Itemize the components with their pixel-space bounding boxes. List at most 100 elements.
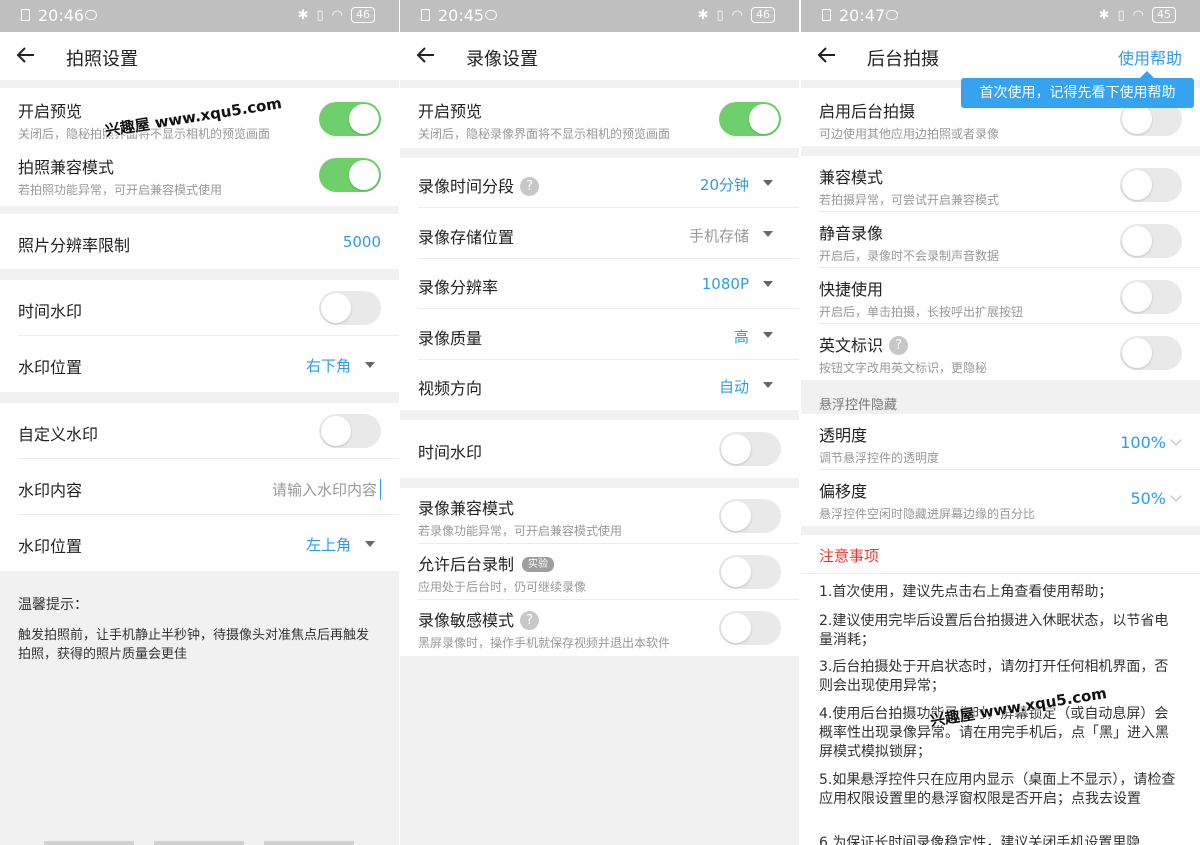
storage-row[interactable]: 录像存储位置 手机存储 bbox=[400, 208, 799, 259]
chevron-down-icon bbox=[1170, 434, 1182, 446]
background-capture-screen: 20:47 ✱ ▯ ◠ 45 后台拍摄 使用帮助 首次使用，记得先看下使用帮助 … bbox=[801, 0, 1200, 845]
notes-section: 注意事项 1.首次使用，建议先点击右上角查看使用帮助； 2.建议使用完毕后设置后… bbox=[801, 535, 1200, 845]
compat-toggle[interactable] bbox=[319, 158, 381, 192]
video-compat-toggle[interactable] bbox=[719, 499, 781, 533]
status-time: 20:45 bbox=[438, 6, 485, 25]
dropdown-caret-icon bbox=[763, 180, 773, 186]
help-icon[interactable]: ? bbox=[520, 177, 540, 196]
page-title: 录像设置 bbox=[466, 49, 538, 70]
help-icon[interactable]: ? bbox=[520, 611, 540, 630]
storage-value: 手机存储 bbox=[688, 227, 749, 245]
time-watermark-toggle[interactable] bbox=[719, 432, 781, 466]
watermark-position-value: 右下角 bbox=[305, 357, 351, 375]
resolution-label: 照片分辨率限制 bbox=[18, 236, 131, 255]
offset-desc: 悬浮控件空闲时隐藏进屏幕边缘的百分比 bbox=[819, 507, 1036, 521]
sensitive-mode-toggle[interactable] bbox=[719, 611, 781, 645]
video-resolution-value: 1080P bbox=[701, 275, 749, 293]
custom-watermark-toggle[interactable] bbox=[319, 414, 381, 448]
sensitive-mode-label: 录像敏感模式? bbox=[418, 607, 540, 631]
battery-icon: 45 bbox=[1152, 7, 1176, 23]
enable-background-desc: 可边使用其他应用边拍照或者录像 bbox=[819, 127, 1000, 141]
custom-watermark-row: 自定义水印 bbox=[0, 403, 399, 459]
storage-label: 录像存储位置 bbox=[418, 228, 515, 247]
watermark-position-label: 水印位置 bbox=[18, 358, 83, 377]
help-tooltip: 首次使用，记得先看下使用帮助 bbox=[961, 71, 1194, 108]
bluetooth-icon: ✱ bbox=[297, 7, 309, 23]
mute-record-label: 静音录像 bbox=[819, 224, 884, 243]
note-item: 2.建议使用完毕后设置后台拍摄进入休眠状态，以节省电量消耗； bbox=[819, 613, 1169, 648]
segment-row[interactable]: 录像时间分段? 20分钟 bbox=[400, 158, 799, 208]
english-label-desc: 按钮文字改用英文标识，更隐秘 bbox=[819, 361, 988, 375]
note-item: 5.如果悬浮控件只在应用内显示（桌面上不显示），请检查应用权限设置里的悬浮窗权限… bbox=[819, 772, 1176, 807]
help-button[interactable]: 使用帮助 bbox=[1118, 45, 1182, 69]
preview-toggle[interactable] bbox=[719, 102, 781, 136]
photo-settings-screen: 20:46 ✱ ▯ ◠ 46 拍照设置 开启预览 关闭后，隐秘拍照界面将不显示相… bbox=[0, 0, 399, 845]
status-bar: 20:45 ✱ ▯ ◠ 46 bbox=[400, 0, 799, 32]
back-arrow-icon[interactable] bbox=[414, 43, 438, 67]
dropdown-caret-icon bbox=[365, 362, 375, 368]
offset-label: 偏移度 bbox=[819, 482, 868, 501]
compat-toggle[interactable] bbox=[1120, 168, 1182, 202]
watermark-position-row[interactable]: 水印位置 右下角 bbox=[0, 336, 399, 392]
dropdown-caret-icon bbox=[365, 541, 375, 547]
background-record-toggle[interactable] bbox=[719, 555, 781, 589]
back-arrow-icon[interactable] bbox=[815, 43, 839, 67]
tip-text: 触发拍照前，让手机静止半秒钟，待摄像头对准焦点后再触发拍照，获得的照片质量会更佳 bbox=[18, 628, 370, 662]
tip-title: 温馨提示： bbox=[18, 597, 88, 613]
experimental-badge: 实验 bbox=[522, 557, 555, 572]
watermark-content-input[interactable]: 请输入水印内容 bbox=[272, 479, 381, 500]
time-watermark-label: 时间水印 bbox=[418, 443, 483, 462]
video-settings-screen: 20:45 ✱ ▯ ◠ 46 录像设置 开启预览 关闭后，隐秘录像界面将不显示相… bbox=[400, 0, 799, 845]
float-control-header: 悬浮控件隐藏 bbox=[819, 398, 898, 413]
video-compat-desc: 若录像功能异常，可开启兼容模式使用 bbox=[418, 524, 623, 538]
notes-title: 注意事项 bbox=[819, 547, 880, 565]
page-title: 拍照设置 bbox=[66, 49, 138, 70]
help-icon[interactable]: ? bbox=[889, 336, 909, 355]
preview-row: 开启预览 关闭后，隐秘录像界面将不显示相机的预览画面 bbox=[400, 88, 799, 148]
bluetooth-icon: ✱ bbox=[1098, 7, 1110, 23]
bluetooth-icon: ✱ bbox=[697, 7, 709, 23]
watermark-position2-row[interactable]: 水印位置 左上角 bbox=[0, 515, 399, 571]
mute-record-row: 静音录像 开启后，录像时不会录制声音数据 bbox=[801, 212, 1200, 268]
dropdown-caret-icon bbox=[763, 382, 773, 388]
time-watermark-row: 时间水印 bbox=[0, 280, 399, 336]
sensitive-mode-row: 录像敏感模式? 黑屏录像时，操作手机就保存视频并退出本软件 bbox=[400, 600, 799, 656]
battery-icon: 46 bbox=[751, 7, 775, 23]
quality-row[interactable]: 录像质量 高 bbox=[400, 309, 799, 360]
preview-label: 开启预览 bbox=[418, 102, 483, 121]
compat-desc: 若拍摄异常，可尝试开启兼容模式 bbox=[819, 193, 1000, 207]
time-watermark-row: 时间水印 bbox=[400, 420, 799, 478]
watermark-position2-value: 左上角 bbox=[305, 536, 351, 554]
background-record-row: 允许后台录制 实验 应用处于后台时，仍可继续录像 bbox=[400, 544, 799, 600]
mute-record-toggle[interactable] bbox=[1120, 224, 1182, 258]
orientation-row[interactable]: 视频方向 自动 bbox=[400, 360, 799, 410]
dropdown-caret-icon bbox=[763, 231, 773, 237]
sensitive-mode-desc: 黑屏录像时，操作手机就保存视频并退出本软件 bbox=[418, 636, 671, 650]
video-resolution-row[interactable]: 录像分辨率 1080P bbox=[400, 259, 799, 309]
resolution-row[interactable]: 照片分辨率限制 5000 bbox=[0, 214, 399, 269]
offset-row[interactable]: 偏移度 悬浮控件空闲时隐藏进屏幕边缘的百分比 50% bbox=[801, 470, 1200, 526]
compat-label: 兼容模式 bbox=[819, 168, 884, 187]
opacity-row[interactable]: 透明度 调节悬浮控件的透明度 100% bbox=[801, 414, 1200, 470]
vibrate-icon: ▯ bbox=[316, 7, 324, 23]
orientation-label: 视频方向 bbox=[418, 379, 483, 398]
preview-desc: 关闭后，隐秘录像界面将不显示相机的预览画面 bbox=[418, 127, 671, 141]
time-watermark-toggle[interactable] bbox=[319, 291, 381, 325]
app-notification-icon bbox=[886, 10, 898, 20]
english-label-label: 英文标识? bbox=[819, 332, 909, 356]
offset-value: 50% bbox=[1130, 489, 1166, 508]
quick-use-toggle[interactable] bbox=[1120, 280, 1182, 314]
battery-icon: 46 bbox=[351, 7, 375, 23]
watermark-content-label: 水印内容 bbox=[18, 481, 83, 500]
sim-icon bbox=[421, 9, 430, 21]
english-label-toggle[interactable] bbox=[1120, 336, 1182, 370]
wifi-icon: ◠ bbox=[1132, 7, 1144, 23]
note-item: 6.为保证长时间录像稳定性，建议关闭手机设置里隐 bbox=[819, 835, 1141, 845]
wifi-icon: ◠ bbox=[331, 7, 343, 23]
vibrate-icon: ▯ bbox=[1117, 7, 1125, 23]
preview-toggle[interactable] bbox=[319, 102, 381, 136]
sim-icon bbox=[822, 9, 831, 21]
video-compat-row: 录像兼容模式 若录像功能异常，可开启兼容模式使用 bbox=[400, 488, 799, 544]
segment-value: 20分钟 bbox=[699, 176, 749, 194]
back-arrow-icon[interactable] bbox=[14, 43, 38, 67]
